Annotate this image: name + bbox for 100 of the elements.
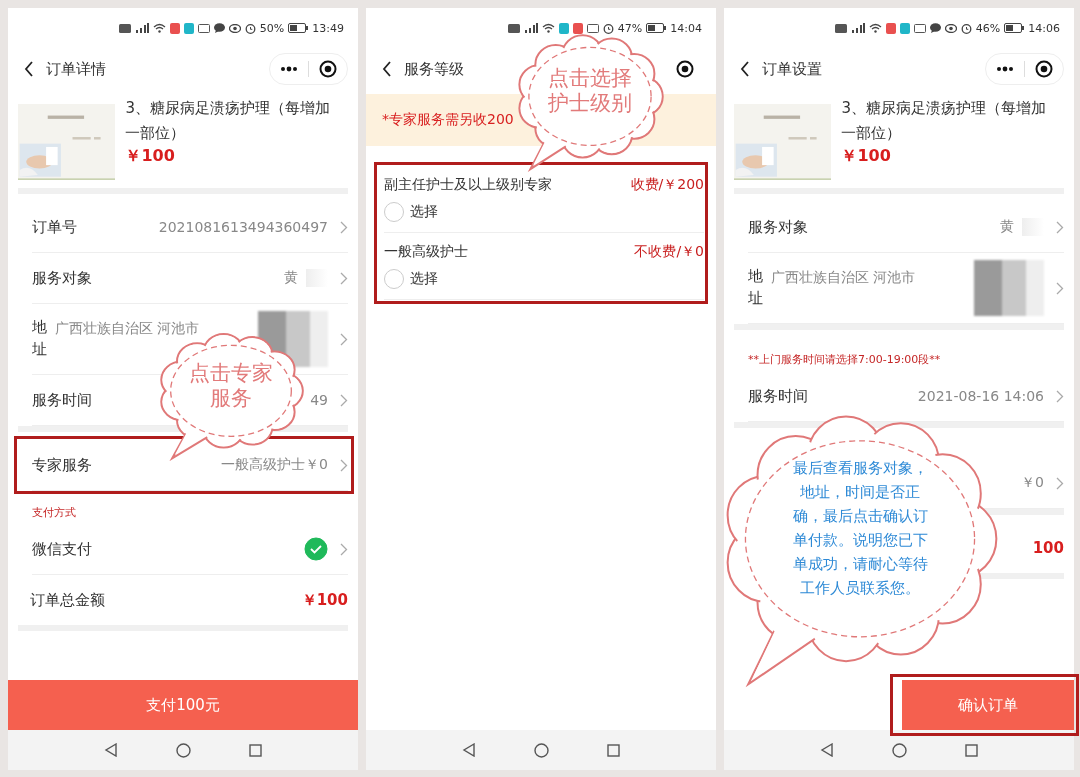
status-time: 14:06 bbox=[1028, 21, 1060, 35]
alarm-icon bbox=[244, 22, 256, 34]
chevron-icon bbox=[340, 393, 348, 407]
eye-icon bbox=[944, 23, 957, 33]
nav-back-icon[interactable] bbox=[820, 743, 834, 757]
row-label: 专家服务 bbox=[32, 455, 92, 475]
sim-icon bbox=[586, 23, 599, 33]
battery-icon bbox=[288, 23, 309, 33]
target-icon[interactable] bbox=[1035, 60, 1053, 78]
row-value: 2021-08-16 14:06 bbox=[917, 388, 1044, 404]
status-time: 13:49 bbox=[312, 21, 344, 35]
check-icon[interactable] bbox=[304, 537, 328, 561]
battery-icon bbox=[646, 23, 667, 33]
alarm-icon bbox=[960, 22, 972, 34]
wifi-icon bbox=[868, 23, 882, 33]
battery-percent: 46% bbox=[975, 21, 1001, 35]
section-caption: 支付方式 bbox=[31, 505, 77, 521]
level-name: 副主任护士及以上级别专家 bbox=[384, 176, 552, 194]
select-radio[interactable]: 选择 bbox=[384, 198, 704, 226]
sim-icon bbox=[913, 23, 926, 33]
chat-icon bbox=[929, 23, 941, 33]
back-icon[interactable] bbox=[740, 61, 750, 77]
row-label: 订单总金额 bbox=[30, 590, 105, 610]
alarm-icon bbox=[602, 22, 614, 34]
app-icon bbox=[558, 22, 569, 34]
row-label: 微信支付 bbox=[32, 539, 92, 559]
nav-home-icon[interactable] bbox=[534, 742, 549, 758]
signal-icon bbox=[134, 23, 149, 33]
nav-home-icon[interactable] bbox=[176, 742, 191, 758]
callout-text: 点击专家服务 bbox=[189, 360, 273, 411]
battery-percent: 50% bbox=[259, 21, 285, 35]
nav-back-icon[interactable] bbox=[462, 743, 476, 757]
hd-icon bbox=[834, 23, 847, 33]
wifi-icon bbox=[152, 23, 166, 33]
product-title: 3、糖尿病足溃疡护理（每增加一部位） bbox=[125, 98, 331, 144]
app-icon bbox=[169, 22, 180, 34]
product-price: ￥100 bbox=[125, 146, 176, 167]
callout-text: 最后查看服务对象，地址，时间是否正确，最后点击确认订单付款。说明您已下单成功，请耐心等待工作人员联系您。 bbox=[791, 457, 929, 599]
chevron-icon bbox=[340, 220, 348, 234]
more-icon[interactable] bbox=[996, 66, 1014, 72]
chevron-icon bbox=[340, 271, 348, 285]
section-caption: **上门服务时间请选择7:00-19:00段** bbox=[747, 352, 942, 368]
product-title: 3、糖尿病足溃疡护理（每增加一部位） bbox=[841, 98, 1047, 144]
target-icon[interactable] bbox=[676, 60, 694, 78]
level-fee: 收费/￥200 bbox=[630, 176, 704, 194]
hd-icon bbox=[118, 23, 131, 33]
nav-recents-icon[interactable] bbox=[607, 743, 620, 757]
nav-home-icon[interactable] bbox=[892, 742, 907, 758]
status-time: 14:04 bbox=[670, 21, 702, 35]
page-title: 订单设置 bbox=[762, 59, 822, 79]
more-icon[interactable] bbox=[280, 66, 298, 72]
row-label: 订单号 bbox=[32, 217, 77, 237]
sim-icon bbox=[197, 23, 210, 33]
chevron-icon bbox=[340, 542, 348, 556]
chevron-icon bbox=[1056, 281, 1064, 295]
level-fee: 不收费/￥0 bbox=[634, 243, 704, 261]
row-value: 49 bbox=[310, 392, 328, 408]
app-icon bbox=[183, 22, 194, 34]
eye-icon bbox=[228, 23, 241, 33]
battery-icon bbox=[1004, 23, 1025, 33]
row-label: 服务时间 bbox=[748, 386, 808, 406]
level-name: 一般高级护士 bbox=[384, 243, 468, 261]
chevron-icon bbox=[340, 332, 348, 346]
address-value: 广西壮族自治区 河池市 bbox=[55, 320, 200, 338]
app-icon bbox=[899, 22, 910, 34]
chevron-icon bbox=[340, 458, 348, 472]
signal-icon bbox=[850, 23, 865, 33]
hd-icon bbox=[507, 23, 520, 33]
row-value: 2021081613494360497 bbox=[158, 219, 328, 235]
nav-back-icon[interactable] bbox=[104, 743, 118, 757]
nav-recents-icon[interactable] bbox=[249, 743, 262, 757]
signal-icon bbox=[523, 23, 538, 33]
row-value: 黄 bbox=[284, 269, 298, 287]
battery-percent: 47% bbox=[617, 21, 643, 35]
app-icon bbox=[572, 22, 583, 34]
select-radio[interactable]: 选择 bbox=[384, 265, 704, 293]
back-icon[interactable] bbox=[382, 61, 392, 77]
nav-recents-icon[interactable] bbox=[965, 743, 978, 757]
row-label: 地址 bbox=[748, 266, 763, 309]
row-label: 服务时间 bbox=[32, 390, 92, 410]
row-label: 服务对象 bbox=[32, 268, 92, 288]
product-price: ￥100 bbox=[841, 146, 892, 167]
target-icon[interactable] bbox=[319, 60, 337, 78]
back-icon[interactable] bbox=[24, 61, 34, 77]
callout-text: 点击选择护士级别 bbox=[548, 65, 632, 116]
address-value: 广西壮族自治区 河池市 bbox=[771, 269, 916, 287]
row-value: 一般高级护士￥0 bbox=[221, 456, 328, 474]
chevron-icon bbox=[1056, 220, 1064, 234]
chevron-icon bbox=[1056, 476, 1064, 490]
notice-text: *专家服务需另收200 bbox=[382, 111, 514, 129]
page-title: 订单详情 bbox=[46, 59, 106, 79]
total-amount: ￥100 bbox=[301, 590, 348, 610]
wifi-icon bbox=[541, 23, 555, 33]
row-value: ￥0 bbox=[1021, 474, 1044, 492]
page-title: 服务等级 bbox=[404, 59, 464, 79]
app-icon bbox=[885, 22, 896, 34]
row-label: 地址 bbox=[32, 317, 47, 360]
row-label: 服务对象 bbox=[748, 217, 808, 237]
chevron-icon bbox=[1056, 389, 1064, 403]
row-value: 黄 bbox=[1000, 218, 1014, 236]
